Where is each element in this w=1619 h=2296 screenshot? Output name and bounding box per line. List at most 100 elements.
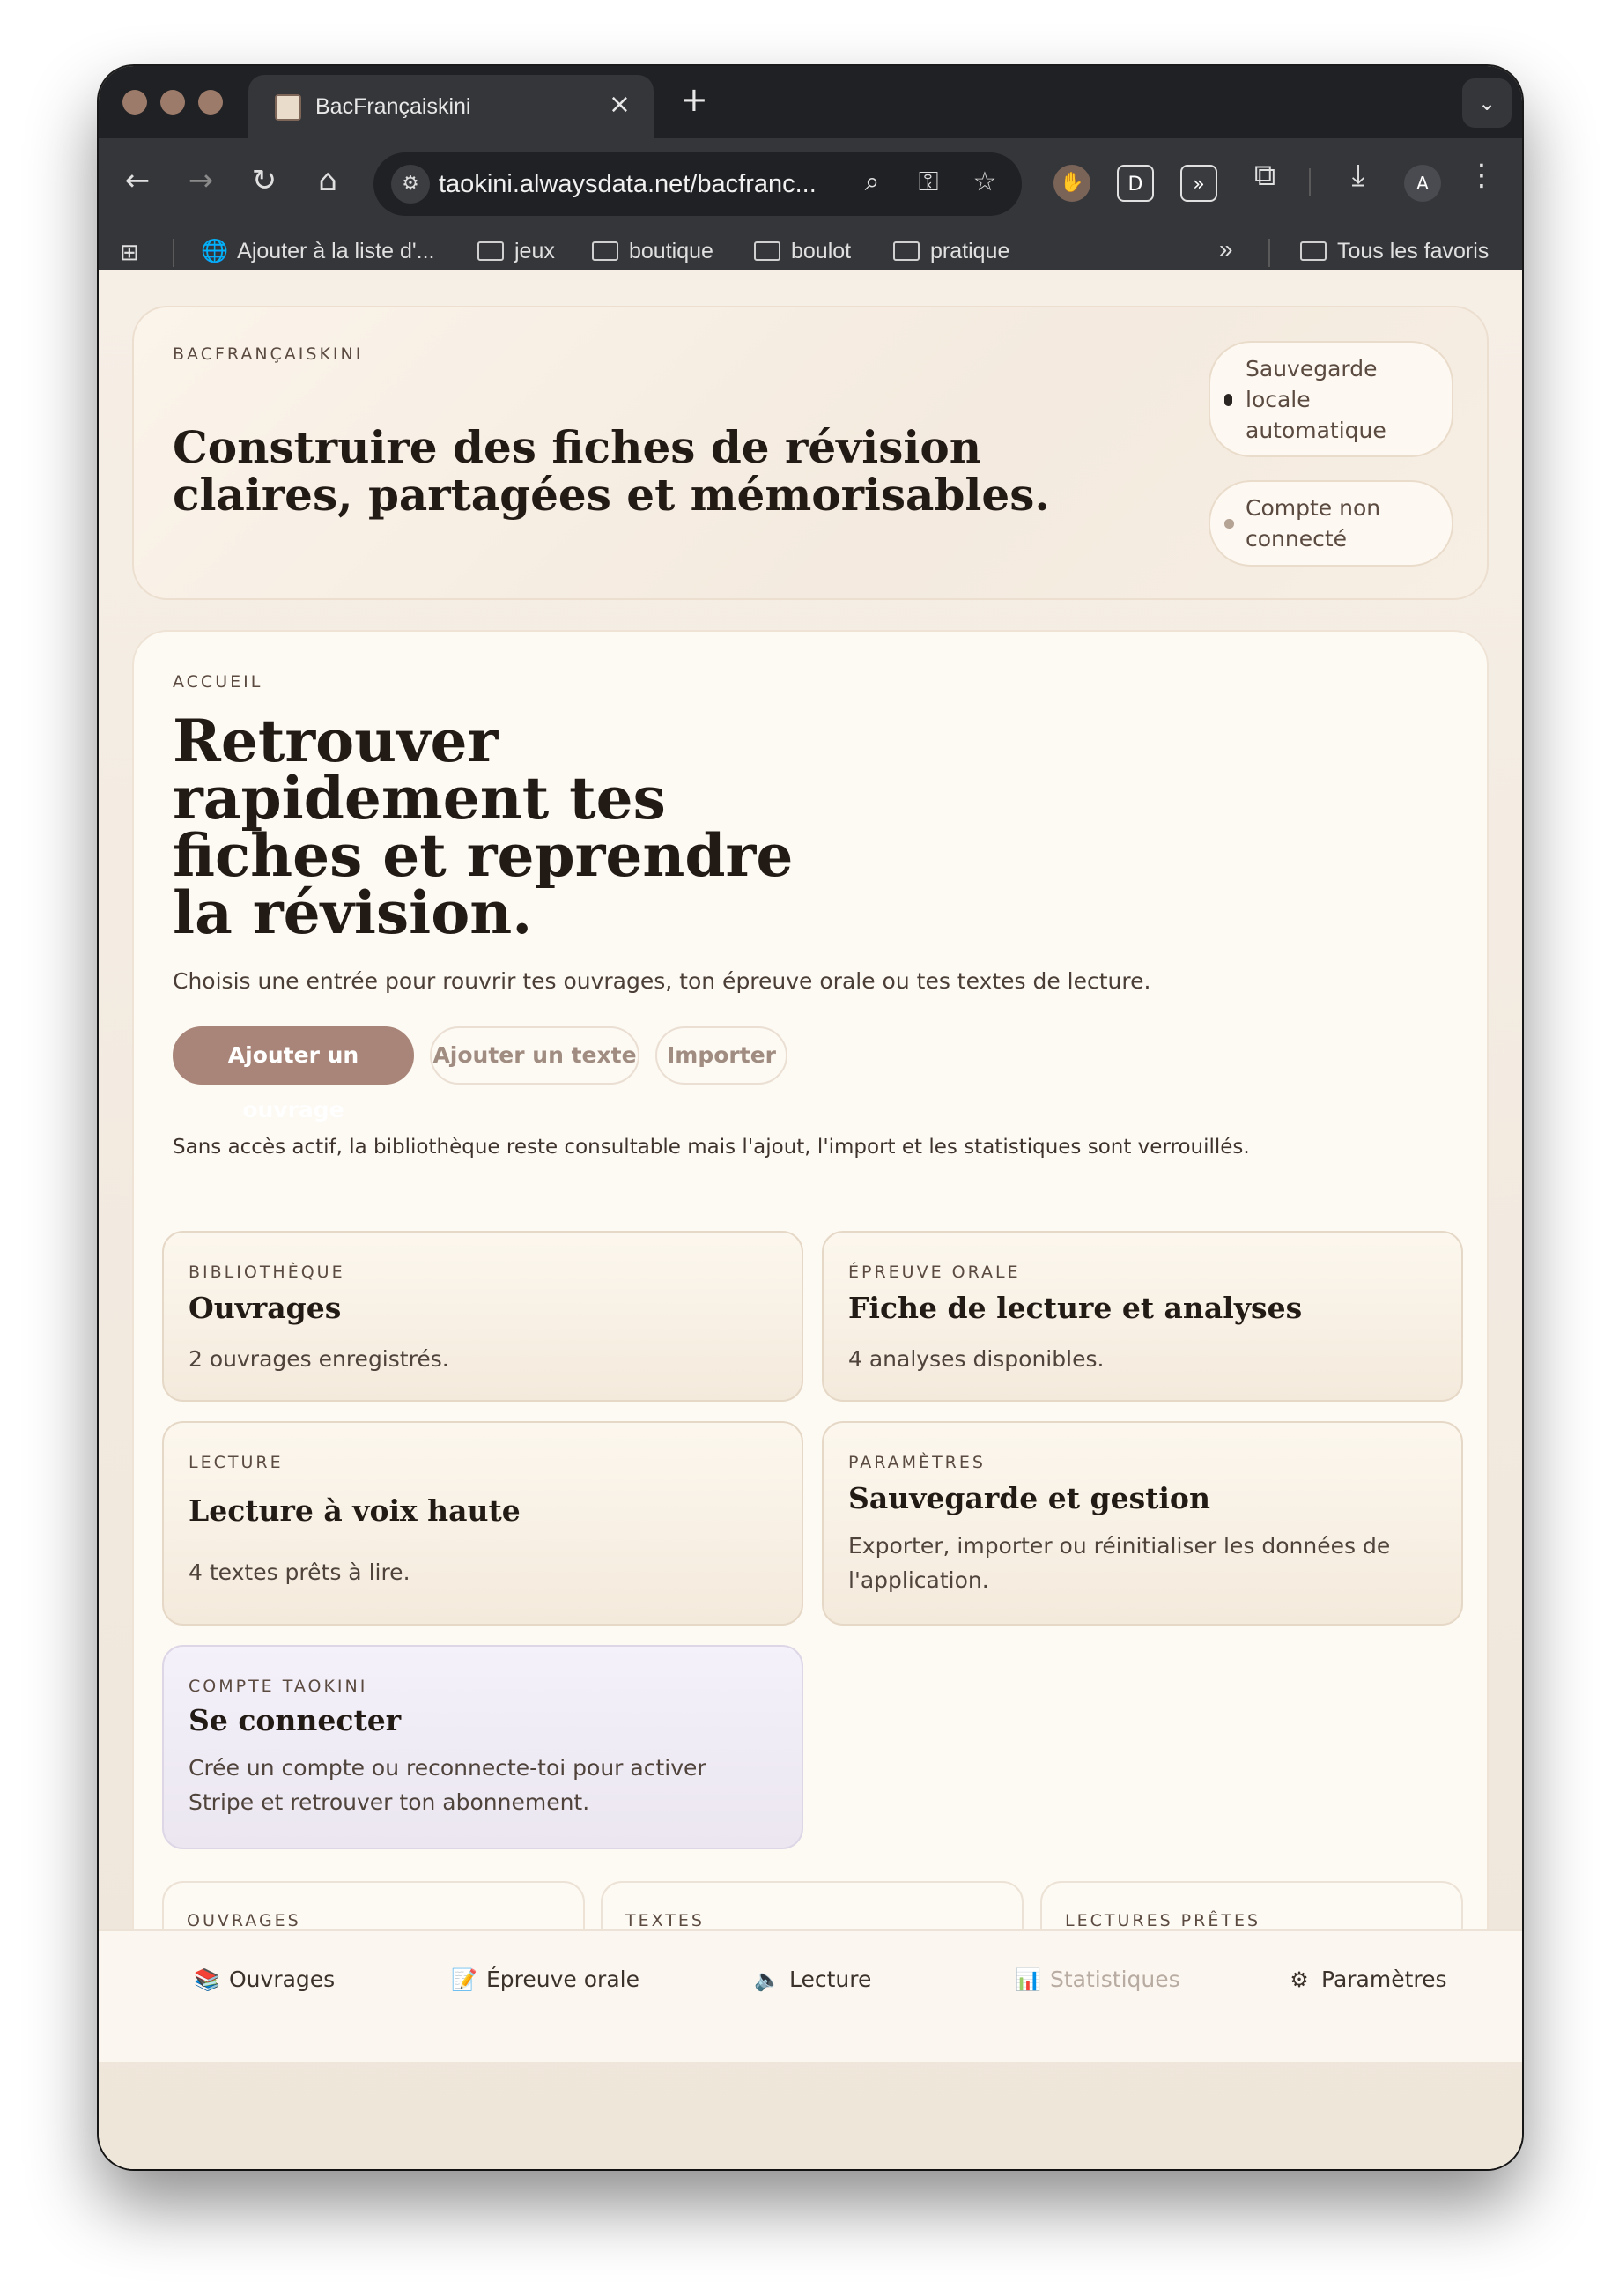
folder-icon <box>754 241 780 261</box>
folder-icon <box>893 241 920 261</box>
home-icon[interactable]: ⌂ <box>307 163 349 198</box>
zoom-icon[interactable]: ⌕ <box>854 167 890 197</box>
forward-arrow-icon[interactable]: → <box>180 163 222 198</box>
site-info-icon[interactable]: ⚙ <box>391 165 430 204</box>
status-dot-icon <box>1224 394 1232 406</box>
bookmark-folder-boulot[interactable]: boulot <box>754 239 851 264</box>
apps-grid-icon[interactable]: ⊞ <box>120 239 139 266</box>
menu-dots-icon[interactable]: ⋮ <box>1460 158 1503 193</box>
reading-list-bookmark[interactable]: 🌐 Ajouter à la liste d'... <box>201 239 434 264</box>
access-notice: Sans accès actif, la bibliothèque reste … <box>173 1136 1250 1159</box>
nav-label: Ouvrages <box>229 1966 336 1992</box>
bookmark-folder-jeux[interactable]: jeux <box>477 239 555 264</box>
card-title: Sauvegarde et gestion <box>848 1481 1210 1515</box>
bookmark-folder-boutique[interactable]: boutique <box>592 239 713 264</box>
bookmark-folder-label: boulot <box>791 239 852 263</box>
download-icon[interactable]: ⤓ <box>1337 158 1379 193</box>
tab-close-icon[interactable]: × <box>609 89 631 120</box>
bookmark-folder-label: jeux <box>514 239 555 263</box>
card-title: Fiche de lecture et analyses <box>848 1291 1303 1325</box>
add-text-button[interactable]: Ajouter un texte <box>430 1026 639 1085</box>
card-settings[interactable]: PARAMÈTRES Sauvegarde et gestion Exporte… <box>822 1421 1463 1626</box>
stat-label: OUVRAGES <box>187 1911 301 1930</box>
card-description: 2 ouvrages enregistrés. <box>189 1346 449 1372</box>
hero-banner: BACFRANÇAISKINI Construire des fiches de… <box>132 306 1489 600</box>
status-dot-icon <box>1224 519 1234 529</box>
bookmarks-divider <box>173 239 174 267</box>
card-reading[interactable]: LECTURE Lecture à voix haute 4 textes pr… <box>162 1421 803 1626</box>
tab-bar: BacFrançaiskini × + ⌄ <box>99 66 1522 138</box>
hero-title: Construire des fiches de révision claire… <box>173 421 1050 521</box>
local-save-label: Sauvegarde locale automatique <box>1246 356 1386 443</box>
card-kicker: ÉPREUVE ORALE <box>848 1263 1021 1282</box>
back-arrow-icon[interactable]: ← <box>116 163 159 198</box>
new-tab-button[interactable]: + <box>680 80 708 119</box>
home-panel: ACCUEIL Retrouver rapidement tes fiches … <box>132 630 1489 2038</box>
all-favorites-folder[interactable]: Tous les favoris <box>1300 239 1489 264</box>
browser-window: BacFrançaiskini × + ⌄ ← → ↻ ⌂ ⚙ taokini.… <box>99 66 1522 2169</box>
browser-toolbar: ← → ↻ ⌂ ⚙ taokini.alwaysdata.net/bacfran… <box>99 138 1522 270</box>
nav-label: Lecture <box>789 1966 872 1992</box>
card-kicker: LECTURE <box>189 1453 284 1472</box>
minimize-window-button[interactable] <box>160 90 185 115</box>
import-button[interactable]: Importer <box>655 1026 787 1085</box>
folder-icon <box>477 241 504 261</box>
add-book-button[interactable]: Ajouter un ouvrage <box>173 1026 414 1122</box>
nav-reading[interactable]: 🔈 Lecture <box>754 1966 871 1992</box>
tab-title: BacFrançaiskini <box>315 94 471 119</box>
card-title: Se connecter <box>189 1703 402 1737</box>
card-title: Lecture à voix haute <box>189 1493 521 1528</box>
nav-label: Statistiques <box>1050 1966 1180 1992</box>
nav-settings[interactable]: ⚙ Paramètres <box>1286 1966 1446 1992</box>
card-kicker: BIBLIOTHÈQUE <box>189 1263 345 1282</box>
app-name: BACFRANÇAISKINI <box>173 344 364 364</box>
card-login[interactable]: COMPTE TAOKINI Se connecter Crée un comp… <box>162 1645 803 1849</box>
reload-icon[interactable]: ↻ <box>243 163 285 198</box>
bookmark-folder-label: boutique <box>629 239 713 263</box>
page-title: Retrouver rapidement tes fiches et repre… <box>173 707 794 947</box>
folder-icon <box>592 241 618 261</box>
extension-shield-icon[interactable]: D <box>1117 165 1154 202</box>
nav-oral-exam[interactable]: 📝 Épreuve orale <box>451 1966 639 1992</box>
puzzle-icon[interactable]: ⧉ <box>1244 158 1286 193</box>
tab-search-button[interactable]: ⌄ <box>1462 78 1512 128</box>
page-content: BACFRANÇAISKINI Construire des fiches de… <box>99 270 1522 2169</box>
url-text[interactable]: taokini.alwaysdata.net/bacfranc... <box>439 170 817 199</box>
bookmarks-divider <box>1268 239 1270 267</box>
speaker-icon: 🔈 <box>754 1967 780 1992</box>
star-icon[interactable]: ☆ <box>967 167 1002 197</box>
card-library[interactable]: BIBLIOTHÈQUE Ouvrages 2 ouvrages enregis… <box>162 1231 803 1402</box>
card-kicker: COMPTE TAOKINI <box>189 1677 368 1696</box>
reading-list-label: Ajouter à la liste d'... <box>237 239 435 263</box>
bookmarks-overflow-icon[interactable]: » <box>1219 235 1233 263</box>
stat-label: LECTURES PRÊTES <box>1065 1911 1261 1930</box>
bookmarks-bar: ⊞ 🌐 Ajouter à la liste d'... jeux boutiqu… <box>99 232 1522 270</box>
books-icon: 📚 <box>194 1967 220 1992</box>
card-description: Crée un compte ou reconnecte-toi pour ac… <box>189 1755 706 1815</box>
gear-icon: ⚙ <box>1290 1967 1309 1992</box>
profile-avatar[interactable]: A <box>1404 165 1441 202</box>
stat-label: TEXTES <box>625 1911 705 1930</box>
chart-icon: 📊 <box>1015 1967 1041 1992</box>
nav-statistics[interactable]: 📊 Statistiques <box>1015 1966 1180 1992</box>
key-icon[interactable]: ⚿ <box>911 167 946 197</box>
chevron-down-icon: ⌄ <box>1477 91 1497 115</box>
globe-icon: 🌐 <box>201 239 229 263</box>
address-bar[interactable]: ⚙ taokini.alwaysdata.net/bacfranc... ⌕ ⚿… <box>373 152 1022 216</box>
nav-books[interactable]: 📚 Ouvrages <box>194 1966 335 1992</box>
memo-icon: 📝 <box>451 1967 477 1992</box>
card-description: 4 textes prêts à lire. <box>189 1559 410 1585</box>
bookmark-folder-pratique[interactable]: pratique <box>893 239 1009 264</box>
all-favorites-label: Tous les favoris <box>1337 239 1490 263</box>
zoom-window-button[interactable] <box>198 90 223 115</box>
nav-label: Épreuve orale <box>486 1966 639 1992</box>
extension-forward-icon[interactable]: » <box>1180 165 1217 202</box>
card-description: Exporter, importer ou réinitialiser les … <box>848 1533 1391 1593</box>
close-window-button[interactable] <box>122 90 147 115</box>
page-description: Choisis une entrée pour rouvrir tes ouvr… <box>173 968 1151 994</box>
card-oral-exam[interactable]: ÉPREUVE ORALE Fiche de lecture et analys… <box>822 1231 1463 1402</box>
toolbar-divider <box>1309 168 1311 196</box>
favicon-icon <box>275 94 301 121</box>
extension-hand-icon[interactable]: ✋ <box>1053 165 1090 202</box>
browser-tab[interactable]: BacFrançaiskini × <box>248 75 654 138</box>
